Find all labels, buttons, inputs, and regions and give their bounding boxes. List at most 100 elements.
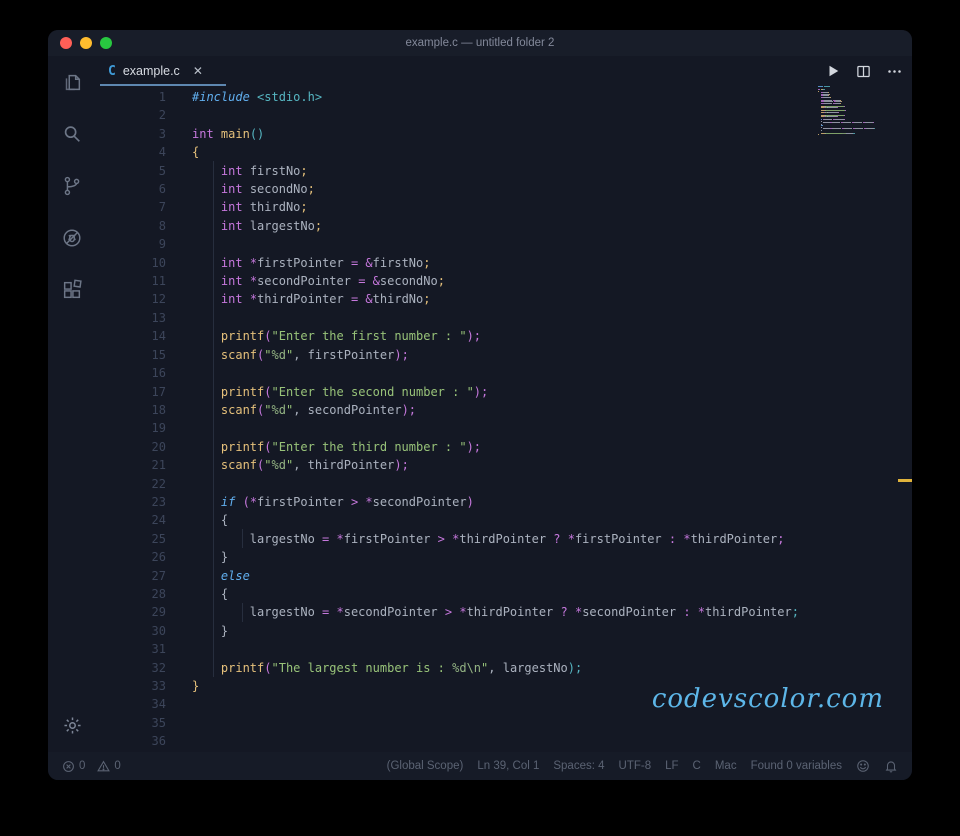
code-token: , firstPointer <box>293 348 394 362</box>
code-line: int thirdNo; <box>192 198 912 216</box>
run-debug-icon[interactable] <box>48 212 96 264</box>
code-token <box>192 256 221 270</box>
code-token: "Enter the third number : " <box>272 440 467 454</box>
code-token: thirdNo <box>373 292 424 306</box>
code-token <box>192 458 221 472</box>
code-token <box>192 440 221 454</box>
code-token: { <box>192 513 228 527</box>
status-item[interactable]: Spaces: 4 <box>553 760 604 772</box>
title-bar: example.c — untitled folder 2 <box>48 30 912 56</box>
more-actions-icon[interactable] <box>887 64 902 79</box>
status-item[interactable]: LF <box>665 760 678 772</box>
line-number: 21 <box>96 456 166 474</box>
notifications-bell-icon[interactable] <box>884 759 898 773</box>
problems-indicator[interactable]: 0 0 <box>62 760 121 773</box>
code-token: "Enter the second number : " <box>272 385 474 399</box>
code-token: ; <box>315 219 322 233</box>
code-token: printf <box>221 661 264 675</box>
code-token: secondPointer <box>373 495 467 509</box>
code-line: { <box>192 143 912 161</box>
code-token: ); <box>394 458 408 472</box>
code-line: { <box>192 585 912 603</box>
extensions-icon[interactable] <box>48 264 96 316</box>
code-token: int <box>221 292 243 306</box>
code-token <box>192 385 221 399</box>
code-token: , thirdPointer <box>293 458 394 472</box>
code-token: largestNo <box>243 219 315 233</box>
code-token: ( <box>264 329 271 343</box>
code-token: ; <box>777 532 784 546</box>
line-number: 9 <box>96 235 166 253</box>
settings-gear-icon[interactable] <box>48 715 96 736</box>
code-token: "The largest number is : <box>272 661 453 675</box>
minimap-line <box>818 140 876 142</box>
status-item[interactable]: Found 0 variables <box>751 760 842 772</box>
status-item[interactable]: Ln 39, Col 1 <box>477 760 539 772</box>
tab-close-icon[interactable]: ✕ <box>193 64 203 78</box>
minimap-line <box>818 122 876 124</box>
activity-bar <box>48 56 96 752</box>
code-token <box>243 292 250 306</box>
code-token: ? * <box>561 605 583 619</box>
watermark-text: codevscolor.com <box>652 684 884 714</box>
code-line: } <box>192 622 912 640</box>
status-item[interactable]: UTF-8 <box>619 760 652 772</box>
code-token: int <box>221 200 243 214</box>
window-title: example.c — untitled folder 2 <box>48 30 912 56</box>
explorer-icon[interactable] <box>48 56 96 108</box>
code-token <box>243 274 250 288</box>
overview-ruler-cursor-marker <box>898 479 912 482</box>
code-line: printf("The largest number is : %d\n", l… <box>192 659 912 677</box>
code-token: " <box>264 403 271 417</box>
line-number: 34 <box>96 695 166 713</box>
line-number: 26 <box>96 548 166 566</box>
code-token: scanf <box>221 458 257 472</box>
warning-count: 0 <box>114 760 120 772</box>
line-number: 12 <box>96 290 166 308</box>
code-token: : * <box>683 605 705 619</box>
code-token: secondPointer <box>257 274 358 288</box>
code-editor[interactable]: 1234567891011121314151617181920212223242… <box>96 86 912 752</box>
code-token: if <box>221 495 235 509</box>
code-token: thirdNo <box>243 200 301 214</box>
code-token: ; <box>423 256 430 270</box>
status-item[interactable]: C <box>693 760 701 772</box>
line-number: 18 <box>96 401 166 419</box>
tab-label: example.c <box>123 64 180 78</box>
code-token: ); <box>467 329 481 343</box>
code-line: } <box>192 548 912 566</box>
code-token: thirdPointer <box>467 605 561 619</box>
code-token: firstPointer <box>575 532 669 546</box>
code-token: , secondPointer <box>293 403 401 417</box>
code-line <box>192 309 912 327</box>
code-line: int *firstPointer = &firstNo; <box>192 254 912 272</box>
line-number: 22 <box>96 475 166 493</box>
code-token <box>243 256 250 270</box>
code-token: firstPointer <box>257 495 351 509</box>
code-token: = * <box>322 532 344 546</box>
tab-example-c[interactable]: C example.c ✕ <box>100 56 226 86</box>
code-token: = & <box>351 256 373 270</box>
minimap[interactable] <box>818 86 876 142</box>
code-line: int main() <box>192 125 912 143</box>
code-token: firstNo <box>373 256 424 270</box>
code-line: printf("Enter the second number : "); <box>192 383 912 401</box>
code-line: printf("Enter the first number : "); <box>192 327 912 345</box>
code-token <box>192 292 221 306</box>
run-button[interactable] <box>826 64 840 78</box>
code-line <box>192 640 912 658</box>
line-number: 15 <box>96 346 166 364</box>
status-item[interactable]: Mac <box>715 760 737 772</box>
status-item[interactable]: (Global Scope) <box>387 760 464 772</box>
code-token <box>214 127 221 141</box>
code-token: (* <box>243 495 257 509</box>
code-line <box>192 364 912 382</box>
search-icon[interactable] <box>48 108 96 160</box>
code-line <box>192 714 912 732</box>
source-control-icon[interactable] <box>48 160 96 212</box>
line-number: 10 <box>96 254 166 272</box>
feedback-smiley-icon[interactable] <box>856 759 870 773</box>
code-token <box>192 495 221 509</box>
split-editor-icon[interactable] <box>856 64 871 79</box>
line-numbers-gutter: 1234567891011121314151617181920212223242… <box>96 88 192 752</box>
